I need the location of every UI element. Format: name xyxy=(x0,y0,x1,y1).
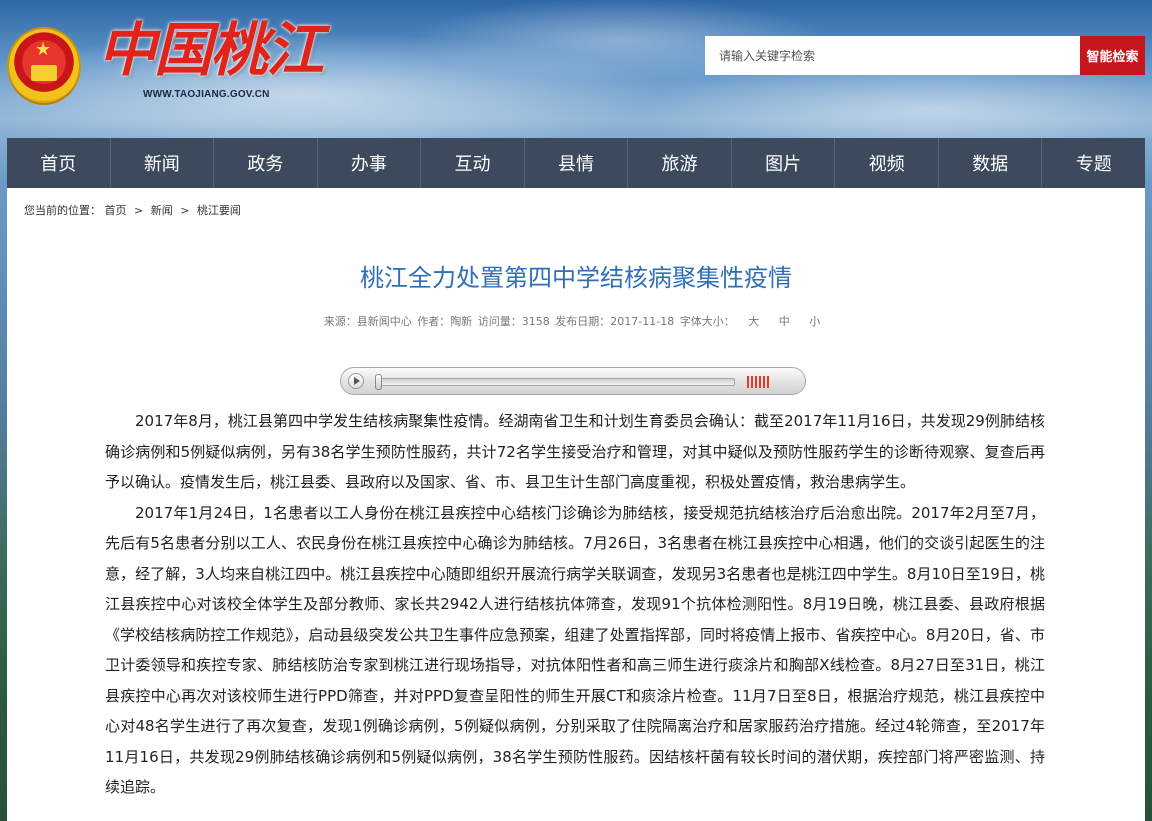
breadcrumb-separator: > xyxy=(180,204,190,217)
breadcrumb: 您当前的位置： 首页 > 新闻 > 桃江要闻 xyxy=(24,202,241,218)
volume-bar xyxy=(747,376,749,388)
play-icon[interactable] xyxy=(348,373,364,389)
volume-bar xyxy=(751,376,753,388)
emblem-gate-icon xyxy=(31,65,57,81)
volume-bar xyxy=(767,376,769,388)
breadcrumb-prefix: 您当前的位置： xyxy=(24,204,101,217)
nav-item-county-info[interactable]: 县情 xyxy=(525,138,629,188)
nav-item-tourism[interactable]: 旅游 xyxy=(628,138,732,188)
meta-views: 访问量：3158 xyxy=(477,315,550,328)
breadcrumb-taojiang-news[interactable]: 桃江要闻 xyxy=(197,204,241,217)
site-logo-url: WWW.TAOJIANG.GOV.CN xyxy=(143,89,270,100)
nav-item-services[interactable]: 办事 xyxy=(318,138,422,188)
meta-date: 发布日期：2017-11-18 xyxy=(555,315,675,328)
nav-item-government[interactable]: 政务 xyxy=(214,138,318,188)
font-size-small[interactable]: 小 xyxy=(809,315,820,328)
article-meta: 来源：县新闻中心 作者：陶新 访问量：3158 发布日期：2017-11-18 … xyxy=(7,313,1145,329)
content-panel: 您当前的位置： 首页 > 新闻 > 桃江要闻 桃江全力处置第四中学结核病聚集性疫… xyxy=(7,188,1145,821)
nav-item-topics[interactable]: 专题 xyxy=(1042,138,1145,188)
nav-item-data[interactable]: 数据 xyxy=(939,138,1043,188)
audio-player xyxy=(340,367,806,395)
breadcrumb-news[interactable]: 新闻 xyxy=(151,204,173,217)
site-logo-title[interactable]: 中国桃江 xyxy=(98,18,324,82)
nav-item-home[interactable]: 首页 xyxy=(7,138,111,188)
font-size-large[interactable]: 大 xyxy=(748,315,759,328)
seek-bar[interactable] xyxy=(375,374,735,390)
article-title: 桃江全力处置第四中学结核病聚集性疫情 xyxy=(360,264,792,292)
meta-font-size-label: 字体大小： xyxy=(679,315,735,328)
emblem-star-icon: ★ xyxy=(35,39,52,60)
nav-item-interaction[interactable]: 互动 xyxy=(421,138,525,188)
nav-item-video[interactable]: 视频 xyxy=(835,138,939,188)
volume-bar xyxy=(755,376,757,388)
article-paragraph: 2017年8月，桃江县第四中学发生结核病聚集性疫情。经湖南省卫生和计划生育委员会… xyxy=(105,412,1045,491)
nav-item-images[interactable]: 图片 xyxy=(732,138,836,188)
meta-author: 作者：陶新 xyxy=(417,315,473,328)
meta-source: 来源：县新闻中心 xyxy=(323,315,412,328)
font-size-medium[interactable]: 中 xyxy=(779,315,790,328)
volume-icon[interactable] xyxy=(747,376,769,388)
article-body: 2017年8月，桃江县第四中学发生结核病聚集性疫情。经湖南省卫生和计划生育委员会… xyxy=(105,406,1045,803)
search-button[interactable]: 智能检索 xyxy=(1080,36,1145,75)
volume-bar xyxy=(763,376,765,388)
nav-item-news[interactable]: 新闻 xyxy=(111,138,215,188)
breadcrumb-home[interactable]: 首页 xyxy=(105,204,127,217)
breadcrumb-separator: > xyxy=(134,204,144,217)
search-input[interactable] xyxy=(705,36,1080,75)
national-emblem-icon: ★ xyxy=(7,27,81,105)
article-paragraph: 2017年1月24日，1名患者以工人身份在桃江县疾控中心结核门诊确诊为肺结核，接… xyxy=(105,503,1045,797)
volume-bar xyxy=(759,376,761,388)
main-nav: 首页 新闻 政务 办事 互动 县情 旅游 图片 视频 数据 专题 xyxy=(7,138,1145,188)
seek-handle[interactable] xyxy=(375,374,382,390)
